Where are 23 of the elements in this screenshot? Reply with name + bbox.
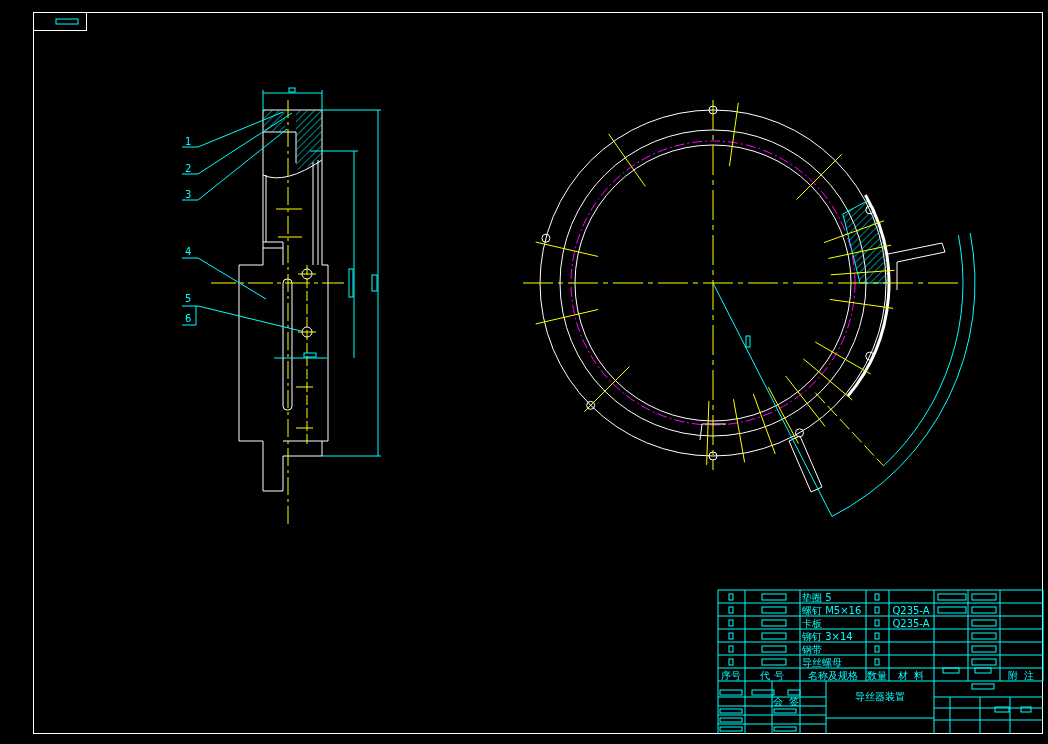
part-number-label: 2: [185, 163, 192, 174]
part-material: Q235-A: [892, 617, 930, 629]
part-number-label: 1: [185, 136, 192, 147]
part-name: 垫圈 5: [802, 591, 832, 603]
corner-tag-drawing: [33, 12, 87, 31]
drawing-title: 导丝器装置: [855, 691, 905, 702]
part-name: 螺钉 M5×16: [802, 604, 862, 616]
part-number-label: 6: [185, 313, 192, 324]
column-header: 代 号: [760, 669, 784, 681]
column-header: 材 料: [897, 669, 925, 681]
column-header: 序号: [721, 669, 741, 681]
column-header: 附 注: [1007, 669, 1035, 681]
part-number-label: 5: [185, 293, 192, 304]
part-name: 导丝螺母: [802, 656, 842, 668]
column-header: 数量: [867, 669, 887, 681]
part-number-label: 4: [185, 246, 192, 257]
sign-label: 会 签: [772, 696, 800, 707]
part-material: Q235-A: [892, 604, 930, 616]
part-number-label: 3: [185, 189, 192, 200]
column-header: 名称及规格: [808, 669, 858, 681]
part-name: 卡板: [802, 617, 822, 629]
part-name: 铆钉 3×14: [802, 630, 853, 642]
part-name: 钢带: [802, 643, 822, 655]
